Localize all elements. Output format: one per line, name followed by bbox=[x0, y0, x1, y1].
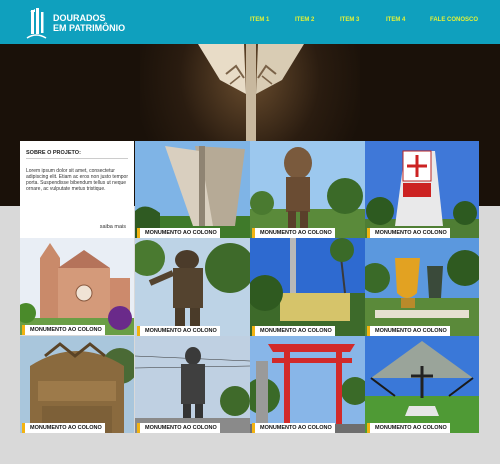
monument-grid: SOBRE O PROJETO: Lorem ipsum dolor sit a… bbox=[20, 141, 479, 433]
tile-caption: MONUMENTO AO COLONO bbox=[22, 325, 105, 335]
caption-text: MONUMENTO AO COLONO bbox=[30, 425, 102, 431]
tile-caption: MONUMENTO AO COLONO bbox=[137, 228, 220, 238]
monument-photo bbox=[365, 336, 479, 433]
nav-item-1[interactable]: ITEM 1 bbox=[250, 17, 269, 23]
monument-tile[interactable]: MONUMENTO AO COLONO bbox=[250, 238, 365, 336]
monument-photo bbox=[365, 141, 479, 238]
caption-text: MONUMENTO AO COLONO bbox=[145, 328, 217, 334]
nav-item-contact[interactable]: FALE CONOSCO bbox=[430, 17, 478, 23]
monument-tile[interactable]: MONUMENTO AO COLONO bbox=[365, 336, 479, 433]
monument-logo-icon[interactable] bbox=[24, 6, 48, 40]
tile-caption: MONUMENTO AO COLONO bbox=[252, 228, 335, 238]
monument-tile[interactable]: MONUMENTO AO COLONO bbox=[135, 238, 250, 336]
monument-tile[interactable]: MONUMENTO AO COLONO bbox=[250, 141, 365, 238]
brand-line-1: DOURADOS bbox=[53, 13, 106, 23]
monument-photo bbox=[20, 336, 134, 433]
monument-hero-image bbox=[198, 44, 304, 144]
monument-tile[interactable]: MONUMENTO AO COLONO bbox=[135, 336, 250, 433]
caption-text: MONUMENTO AO COLONO bbox=[375, 425, 447, 431]
monument-tile[interactable]: MONUMENTO AO COLONO bbox=[365, 238, 479, 336]
monument-photo bbox=[365, 238, 479, 336]
caption-text: MONUMENTO AO COLONO bbox=[145, 425, 217, 431]
tile-caption: MONUMENTO AO COLONO bbox=[137, 423, 220, 433]
caption-text: MONUMENTO AO COLONO bbox=[260, 230, 332, 236]
site-header: DOURADOS EM PATRIMÔNIO ITEM 1 ITEM 2 ITE… bbox=[0, 0, 500, 44]
about-text: Lorem ipsum dolor sit amet, consectetur … bbox=[26, 168, 128, 192]
monument-tile[interactable]: MONUMENTO AO COLONO bbox=[20, 238, 134, 335]
monument-photo bbox=[250, 141, 365, 238]
tile-caption: MONUMENTO AO COLONO bbox=[367, 326, 450, 336]
monument-tile[interactable]: MONUMENTO AO COLONO bbox=[20, 336, 134, 433]
nav-item-2[interactable]: ITEM 2 bbox=[295, 17, 314, 23]
about-divider bbox=[26, 158, 128, 159]
monument-photo bbox=[135, 336, 250, 433]
brand-title[interactable]: DOURADOS EM PATRIMÔNIO bbox=[53, 13, 125, 33]
tile-caption: MONUMENTO AO COLONO bbox=[137, 326, 220, 336]
caption-text: MONUMENTO AO COLONO bbox=[375, 328, 447, 334]
caption-text: MONUMENTO AO COLONO bbox=[30, 327, 102, 333]
monument-photo bbox=[250, 238, 365, 336]
nav-item-3[interactable]: ITEM 3 bbox=[340, 17, 359, 23]
tile-caption: MONUMENTO AO COLONO bbox=[252, 423, 335, 433]
monument-tile[interactable]: MONUMENTO AO COLONO bbox=[250, 336, 365, 433]
about-project-card: SOBRE O PROJETO: Lorem ipsum dolor sit a… bbox=[20, 141, 134, 238]
tile-caption: MONUMENTO AO COLONO bbox=[367, 423, 450, 433]
caption-text: MONUMENTO AO COLONO bbox=[145, 230, 217, 236]
tile-caption: MONUMENTO AO COLONO bbox=[252, 326, 335, 336]
monument-photo bbox=[135, 238, 250, 336]
tile-caption: MONUMENTO AO COLONO bbox=[367, 228, 450, 238]
monument-photo bbox=[135, 141, 250, 238]
tile-caption: MONUMENTO AO COLONO bbox=[22, 423, 105, 433]
about-title: SOBRE O PROJETO: bbox=[26, 150, 81, 156]
read-more-link[interactable]: saiba mais bbox=[100, 224, 126, 230]
brand-line-2: EM PATRIMÔNIO bbox=[53, 23, 126, 33]
monument-tile[interactable]: MONUMENTO AO COLONO bbox=[365, 141, 479, 238]
caption-text: MONUMENTO AO COLONO bbox=[375, 230, 447, 236]
monument-photo bbox=[20, 238, 134, 335]
nav-item-4[interactable]: ITEM 4 bbox=[386, 17, 405, 23]
monument-photo bbox=[250, 336, 365, 433]
caption-text: MONUMENTO AO COLONO bbox=[260, 328, 332, 334]
caption-text: MONUMENTO AO COLONO bbox=[260, 425, 332, 431]
monument-tile[interactable]: MONUMENTO AO COLONO bbox=[135, 141, 250, 238]
